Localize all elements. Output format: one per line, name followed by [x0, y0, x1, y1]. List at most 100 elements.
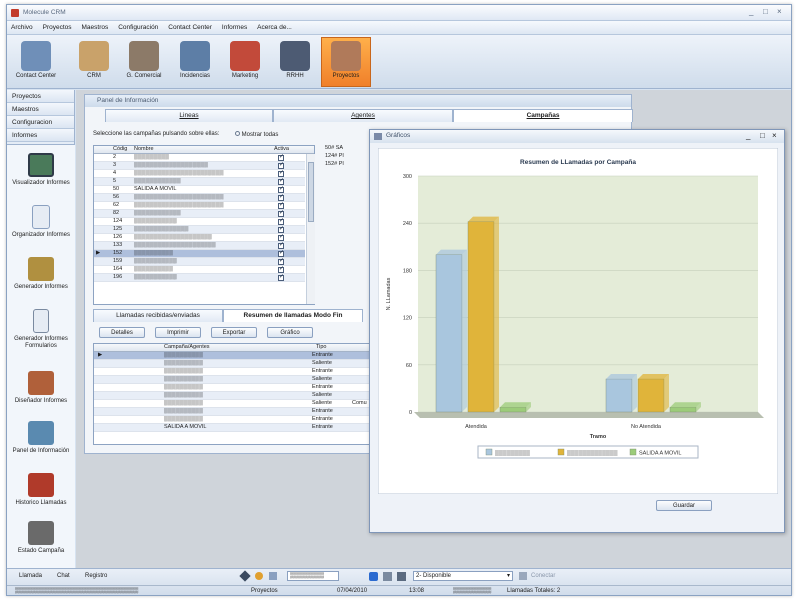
active-checkbox[interactable] [278, 274, 284, 281]
panel-tabs: Lineas Agentes Campañas [105, 109, 633, 122]
sidebar-item-estado-campana[interactable]: Estado Campaña [7, 521, 75, 555]
folder-icon[interactable] [397, 572, 406, 581]
table-row[interactable]: ▒▒▒▒▒▒▒▒▒▒ Entrante [94, 384, 378, 392]
active-checkbox[interactable] [278, 154, 284, 161]
active-checkbox[interactable] [278, 258, 284, 265]
graficos-maximize-button[interactable]: □ [760, 131, 765, 140]
active-checkbox[interactable] [278, 250, 284, 257]
table-row[interactable]: ▶ 152 ▒▒▒▒▒▒▒▒▒▒ [94, 250, 305, 258]
active-checkbox[interactable] [278, 242, 284, 249]
table-row[interactable]: ▒▒▒▒▒▒▒▒▒▒ Saliente [94, 392, 378, 400]
sidebar-item-panel-informacion[interactable]: Panel de Información [7, 421, 75, 455]
menu-archivo[interactable]: Archivo [7, 21, 37, 31]
sidebar-item-disenador[interactable]: Diseñador Informes [7, 371, 75, 405]
maximize-button[interactable]: □ [763, 7, 768, 16]
active-checkbox[interactable] [278, 178, 284, 185]
agent-status-select[interactable]: 2- Disponible ▾ [413, 571, 513, 581]
tab-campanas[interactable]: Campañas [453, 109, 633, 122]
toolbar-comercial-button[interactable]: G. Comercial [119, 37, 169, 87]
table-row[interactable]: 196 ▒▒▒▒▒▒▒▒▒▒▒ [94, 274, 305, 282]
active-checkbox[interactable] [278, 186, 284, 193]
guardar-button[interactable]: Guardar [656, 500, 712, 511]
status-tab-registro[interactable]: Registro [85, 573, 107, 579]
toolbar-crm-button[interactable]: CRM [69, 37, 119, 87]
table-row[interactable]: 124 ▒▒▒▒▒▒▒▒▒▒▒ [94, 218, 305, 226]
table-row[interactable]: 126 ▒▒▒▒▒▒▒▒▒▒▒▒▒▒▒▒▒▒▒▒ [94, 234, 305, 242]
menu-proyectos[interactable]: Proyectos [39, 21, 76, 31]
phone-number-input[interactable]: ▒▒▒▒▒▒▒▒ [287, 571, 339, 581]
detalles-button[interactable]: Detalles [99, 327, 145, 338]
table-row[interactable]: ▒▒▒▒▒▒▒▒▒▒ Entrante [94, 368, 378, 376]
contacts-icon[interactable] [383, 572, 392, 581]
imprimir-button[interactable]: Imprimir [155, 327, 201, 338]
toolbar-contact-center-button[interactable]: Contact Center [11, 37, 61, 87]
exportar-button[interactable]: Exportar [211, 327, 257, 338]
sidebar-item-organizador[interactable]: Organizador Informes [7, 205, 75, 239]
table-row[interactable]: ▒▒▒▒▒▒▒▒▒▒ Entrante [94, 408, 378, 416]
menu-maestros[interactable]: Maestros [78, 21, 113, 31]
active-checkbox[interactable] [278, 266, 284, 273]
toolbar-marketing-button[interactable]: Marketing [220, 37, 270, 87]
tab-lineas[interactable]: Lineas [105, 109, 273, 122]
menu-informes[interactable]: Informes [218, 21, 251, 31]
active-checkbox[interactable] [278, 218, 284, 225]
sidebar-section-informes[interactable]: Informes [7, 129, 74, 142]
table-row[interactable]: ▒▒▒▒▒▒▒▒▒▒ Entrante [94, 416, 378, 424]
table-row[interactable]: ▒▒▒▒▒▒▒▒▒▒ Saliente [94, 360, 378, 368]
table-row[interactable]: 56 ▒▒▒▒▒▒▒▒▒▒▒▒▒▒▒▒▒▒▒▒▒▒▒ [94, 194, 305, 202]
menu-configuracion[interactable]: Configuración [114, 21, 162, 31]
active-checkbox[interactable] [278, 226, 284, 233]
table-row[interactable]: 159 ▒▒▒▒▒▒▒▒▒▒▒ [94, 258, 305, 266]
toolbar-incidencias-button[interactable]: Incidencias [170, 37, 220, 87]
active-checkbox[interactable] [278, 210, 284, 217]
google-icon[interactable] [369, 572, 378, 581]
sidebar-section-maestros[interactable]: Maestros [7, 103, 74, 116]
connect-button[interactable]: Conectar [531, 573, 555, 579]
menu-contact-center[interactable]: Contact Center [164, 21, 216, 31]
show-all-option[interactable]: Mostrar todas [235, 131, 278, 138]
active-checkbox[interactable] [278, 170, 284, 177]
graficos-minimize-button[interactable]: _ [746, 131, 750, 140]
table-row[interactable]: ▒▒▒▒▒▒▒▒▒▒ Saliente [94, 376, 378, 384]
sidebar-item-historico[interactable]: Historico Llamadas [7, 473, 75, 507]
active-checkbox[interactable] [278, 234, 284, 241]
table-row[interactable]: 82 ▒▒▒▒▒▒▒▒▒▒▒▒ [94, 210, 305, 218]
close-button[interactable]: × [777, 7, 782, 16]
table-row[interactable]: 164 ▒▒▒▒▒▒▒▒▒▒ [94, 266, 305, 274]
minimize-button[interactable]: _ [749, 7, 753, 16]
sidebar-section-proyectos[interactable]: Proyectos [7, 90, 74, 103]
table-row[interactable]: 133 ▒▒▒▒▒▒▒▒▒▒▒▒▒▒▒▒▒▒▒▒▒ [94, 242, 305, 250]
table-row[interactable]: 3 ▒▒▒▒▒▒▒▒▒▒▒▒▒▒▒▒▒▒▒ [94, 162, 305, 170]
graficos-close-button[interactable]: × [772, 131, 777, 140]
hangup-icon[interactable] [255, 572, 263, 580]
tab-llamadas-recibidas[interactable]: Llamadas recibidas/enviadas [93, 309, 223, 322]
status-tab-chat[interactable]: Chat [57, 573, 70, 579]
scrollbar-thumb[interactable] [308, 162, 314, 222]
sidebar-item-generador-formularios[interactable]: Generador Informes Formularios [7, 309, 75, 350]
active-checkbox[interactable] [278, 202, 284, 209]
table-row[interactable]: 2 ▒▒▒▒▒▒▒▒▒ [94, 154, 305, 162]
active-checkbox[interactable] [278, 194, 284, 201]
table-row[interactable]: 50 SALIDA A MOVIL [94, 186, 305, 194]
tab-resumen-modo-fin[interactable]: Resumen de llamadas Modo Fin [223, 309, 363, 322]
menu-acerca-de[interactable]: Acerca de... [253, 21, 296, 31]
active-checkbox[interactable] [278, 162, 284, 169]
toolbar-proyectos-button[interactable]: Proyectos [321, 37, 371, 87]
table-row[interactable]: ▶ ▒▒▒▒▒▒▒▒▒▒ Entrante [94, 352, 378, 360]
sidebar-section-configuracion[interactable]: Configuracion [7, 116, 74, 129]
campaign-scrollbar[interactable] [306, 154, 315, 304]
tab-agentes[interactable]: Agentes [273, 109, 453, 122]
table-row[interactable]: ▒▒▒▒▒▒▒▒▒▒ Saliente Comu [94, 400, 378, 408]
table-row[interactable]: 125 ▒▒▒▒▒▒▒▒▒▒▒▒▒▒ [94, 226, 305, 234]
sidebar-item-visualizador[interactable]: Visualizador Informes [7, 153, 75, 187]
grafico-button[interactable]: Gráfico [267, 327, 313, 338]
transfer-icon[interactable] [269, 572, 277, 580]
table-row[interactable]: 62 ▒▒▒▒▒▒▒▒▒▒▒▒▒▒▒▒▒▒▒▒▒▒▒ [94, 202, 305, 210]
table-row[interactable]: SALIDA A MOVIL Entrante [94, 424, 378, 432]
status-tab-llamada[interactable]: Llamada [19, 573, 42, 579]
sidebar-item-generador[interactable]: Generador Informes [7, 257, 75, 291]
table-row[interactable]: 4 ▒▒▒▒▒▒▒▒▒▒▒▒▒▒▒▒▒▒▒▒▒▒▒ [94, 170, 305, 178]
table-row[interactable]: 5 ▒▒▒▒▒▒▒▒▒▒▒▒ [94, 178, 305, 186]
toolbar-rrhh-button[interactable]: RRHH [270, 37, 320, 87]
dial-icon[interactable] [239, 570, 251, 582]
